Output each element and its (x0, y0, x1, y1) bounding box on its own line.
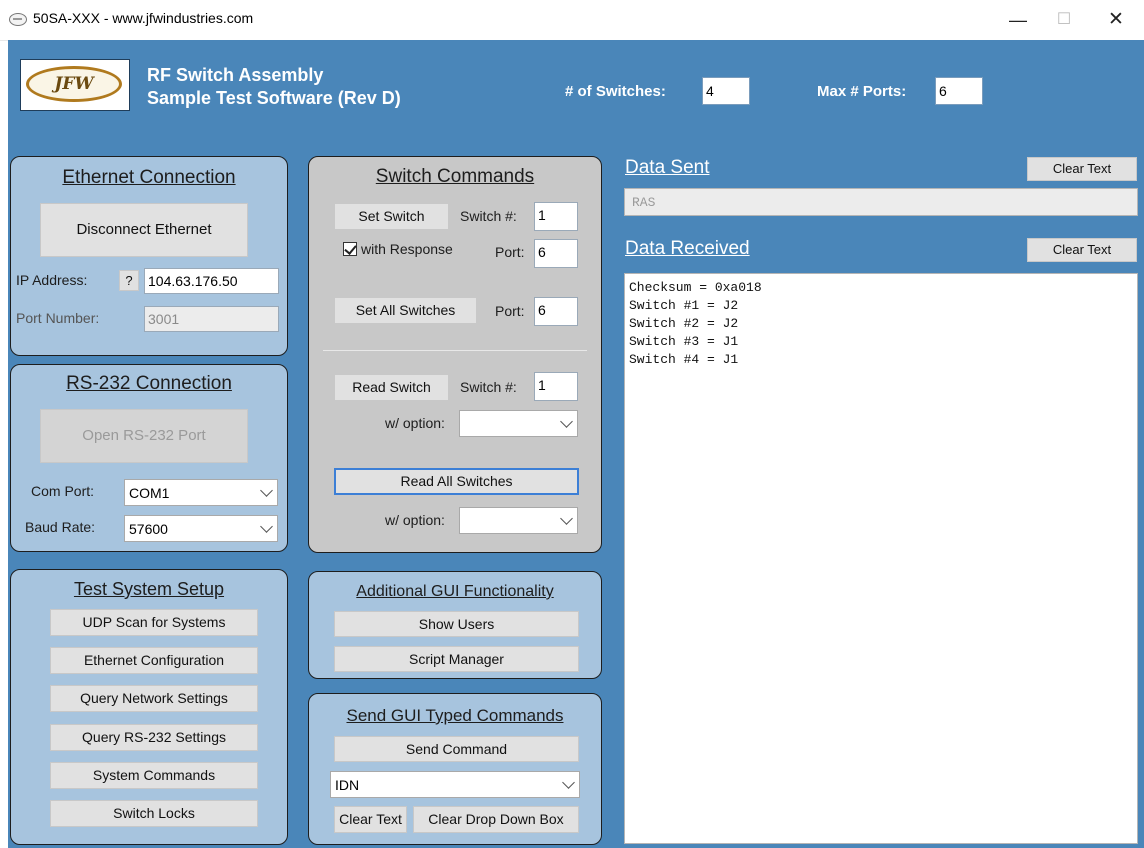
com-port-value: COM1 (129, 485, 170, 501)
close-button[interactable]: ✕ (1096, 8, 1136, 32)
data-sent-field: RAS (624, 188, 1138, 216)
window-titlebar[interactable]: 50SA-XXX - www.jfwindustries.com — ☐ ✕ (0, 0, 1144, 41)
app-title: RF Switch Assembly Sample Test Software … (147, 64, 401, 110)
ip-address-input[interactable]: 104.63.176.50 (144, 268, 279, 294)
switch-commands-panel: Switch Commands Set Switch Switch #: 1 w… (308, 156, 602, 553)
received-line: Switch #2 = J2 (629, 316, 739, 331)
query-rs232-button[interactable]: Query RS-232 Settings (50, 724, 258, 751)
clear-dropdown-button[interactable]: Clear Drop Down Box (413, 806, 579, 833)
company-logo: JFW (20, 59, 130, 111)
ip-address-label: IP Address: (16, 272, 88, 288)
app-client-area: JFW RF Switch Assembly Sample Test Softw… (8, 40, 1144, 848)
disconnect-ethernet-button[interactable]: Disconnect Ethernet (40, 203, 248, 257)
system-commands-button[interactable]: System Commands (50, 762, 258, 789)
baud-rate-value: 57600 (129, 521, 168, 537)
with-response-checkbox[interactable] (343, 242, 357, 256)
baud-rate-label: Baud Rate: (25, 519, 96, 535)
minimize-button[interactable]: — (998, 8, 1038, 32)
test-setup-title: Test System Setup (73, 579, 225, 599)
test-setup-panel: Test System Setup UDP Scan for Systems E… (10, 569, 288, 845)
chevron-down-icon (560, 512, 573, 525)
read-switch-number-input[interactable]: 1 (534, 372, 578, 401)
port-number-label: Port Number: (16, 310, 100, 326)
set-all-switches-button[interactable]: Set All Switches (334, 297, 477, 324)
app-title-line2: Sample Test Software (Rev D) (147, 88, 401, 108)
logo-oval: JFW (26, 66, 122, 102)
received-line: Switch #1 = J2 (629, 298, 739, 313)
read-all-option-select[interactable] (459, 507, 578, 534)
switch-number-input[interactable]: 1 (534, 202, 578, 231)
query-network-button[interactable]: Query Network Settings (50, 685, 258, 712)
option2-label: w/ option: (385, 512, 445, 528)
additional-gui-panel: Additional GUI Functionality Show Users … (308, 571, 602, 679)
logo-text: JFW (54, 74, 94, 94)
com-port-label: Com Port: (31, 483, 95, 499)
port-number-input: 3001 (144, 306, 279, 332)
command-select[interactable]: IDN (330, 771, 580, 798)
maximize-button[interactable]: ☐ (1044, 8, 1084, 32)
command-value: IDN (335, 777, 360, 793)
chevron-down-icon (562, 776, 575, 789)
data-sent-title: Data Sent (625, 157, 710, 178)
num-switches-label: # of Switches: (565, 83, 666, 100)
option-label: w/ option: (385, 415, 445, 431)
divider (323, 350, 587, 351)
script-manager-button[interactable]: Script Manager (334, 646, 579, 672)
ip-help-button[interactable]: ? (119, 270, 139, 291)
open-rs232-button[interactable]: Open RS-232 Port (40, 409, 248, 463)
data-received-textarea[interactable]: Checksum = 0xa018 Switch #1 = J2 Switch … (624, 273, 1138, 844)
switch-commands-title: Switch Commands (375, 166, 535, 187)
read-all-switches-button[interactable]: Read All Switches (334, 468, 579, 495)
window-title: 50SA-XXX - www.jfwindustries.com (33, 10, 254, 26)
read-switch-number-label: Switch #: (460, 379, 517, 395)
set-all-port-input[interactable]: 6 (534, 297, 578, 326)
received-line: Switch #4 = J1 (629, 352, 739, 367)
udp-scan-button[interactable]: UDP Scan for Systems (50, 609, 258, 636)
typed-commands-title: Send GUI Typed Commands (346, 706, 564, 725)
switch-number-label: Switch #: (460, 208, 517, 224)
clear-text-button[interactable]: Clear Text (334, 806, 407, 833)
chevron-down-icon (260, 484, 273, 497)
received-line: Switch #3 = J1 (629, 334, 739, 349)
clear-sent-button[interactable]: Clear Text (1027, 157, 1137, 181)
read-switch-button[interactable]: Read Switch (334, 374, 449, 401)
num-switches-input[interactable]: 4 (702, 77, 750, 105)
port-label: Port: (495, 244, 525, 260)
port-input[interactable]: 6 (534, 239, 578, 268)
typed-commands-panel: Send GUI Typed Commands Send Command IDN… (308, 693, 602, 845)
max-ports-input[interactable]: 6 (935, 77, 983, 105)
chevron-down-icon (260, 520, 273, 533)
app-title-line1: RF Switch Assembly (147, 65, 324, 85)
rs232-title: RS-232 Connection (66, 373, 232, 394)
set-switch-button[interactable]: Set Switch (334, 203, 449, 230)
read-option-select[interactable] (459, 410, 578, 437)
clear-received-button[interactable]: Clear Text (1027, 238, 1137, 262)
rs232-panel: RS-232 Connection Open RS-232 Port Com P… (10, 364, 288, 552)
with-response-label: with Response (361, 241, 453, 257)
show-users-button[interactable]: Show Users (334, 611, 579, 637)
max-ports-label: Max # Ports: (817, 83, 907, 100)
set-all-port-label: Port: (495, 303, 525, 319)
data-received-title: Data Received (625, 238, 750, 259)
ethernet-config-button[interactable]: Ethernet Configuration (50, 647, 258, 674)
switch-locks-button[interactable]: Switch Locks (50, 800, 258, 827)
app-icon (9, 13, 27, 26)
chevron-down-icon (560, 415, 573, 428)
received-line: Checksum = 0xa018 (629, 280, 762, 295)
ethernet-title: Ethernet Connection (62, 167, 236, 188)
additional-gui-title: Additional GUI Functionality (356, 583, 554, 600)
ethernet-panel: Ethernet Connection Disconnect Ethernet … (10, 156, 288, 356)
com-port-select[interactable]: COM1 (124, 479, 278, 506)
baud-rate-select[interactable]: 57600 (124, 515, 278, 542)
send-command-button[interactable]: Send Command (334, 736, 579, 762)
